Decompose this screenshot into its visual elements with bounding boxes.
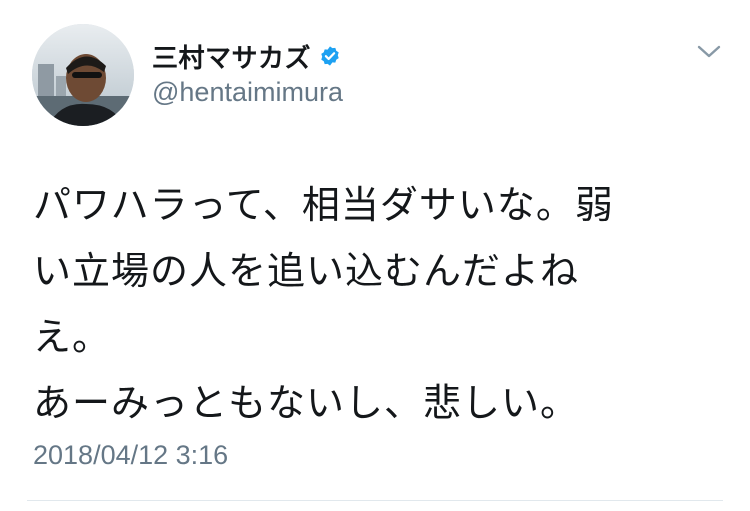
tweet-text-line: え。 (33, 315, 112, 359)
user-handle[interactable]: @hentaimimura (152, 77, 343, 108)
chevron-down-icon[interactable] (696, 44, 722, 60)
tweet-text-line: い立場の人を追い込むんだよね (33, 249, 580, 293)
tweet-card: 三村マサカズ @hentaimimura パワハラって、相当ダサいな。弱 い立場… (0, 0, 750, 511)
avatar[interactable] (32, 24, 134, 126)
tweet-text-line: パワハラって、相当ダサいな。弱 (33, 183, 614, 227)
tweet-timestamp[interactable]: 2018/04/12 3:16 (33, 440, 228, 471)
tweet-text-line: あーみっともないし、悲しい。 (33, 381, 580, 425)
divider (27, 500, 723, 501)
avatar-photo (32, 24, 134, 126)
display-name[interactable]: 三村マサカズ (152, 38, 311, 75)
tweet-text: パワハラって、相当ダサいな。弱 い立場の人を追い込むんだよね え。 あーみっとも… (33, 172, 723, 436)
display-name-row[interactable]: 三村マサカズ (152, 38, 341, 74)
verified-badge-icon (319, 45, 341, 67)
